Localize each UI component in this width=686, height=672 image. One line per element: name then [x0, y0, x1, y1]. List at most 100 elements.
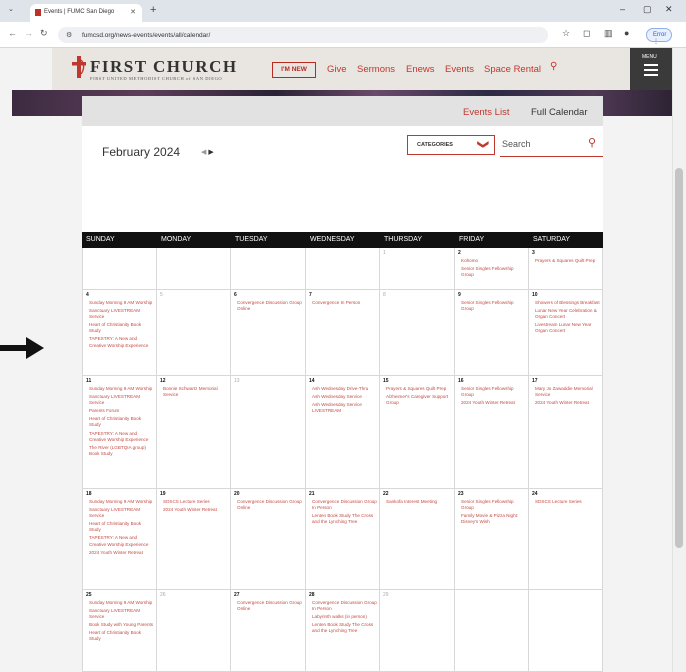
event-link[interactable]: Family Movie & Pizza Night: Disney's Wis… [461, 513, 526, 525]
tab-search-icon[interactable]: ⌄ [8, 5, 14, 13]
event-link[interactable]: Sanctuary LIVESTREAM Service [89, 608, 154, 620]
menu-button[interactable]: MENU [630, 48, 672, 90]
event-link[interactable]: Sanctuary LIVESTREAM Service [89, 394, 154, 406]
event-link[interactable]: Sanctuary LIVESTREAM Service [89, 308, 154, 320]
event-link[interactable]: Heart of Christianity Book Study [89, 630, 154, 642]
calendar-day-cell[interactable]: 6 Convergence Discussion Group Online [231, 290, 306, 376]
calendar-day-cell[interactable]: 28 Convergence Discussion Group In Person… [306, 590, 380, 672]
browser-tab[interactable]: Events | FUMC San Diego ✕ [30, 4, 142, 22]
church-logo-icon[interactable] [72, 56, 86, 78]
prev-month-icon[interactable]: ◀ [201, 149, 206, 156]
event-link[interactable]: Ash Wednesday Service LIVESTREAM [312, 402, 377, 414]
tab-full-calendar[interactable]: Full Calendar [531, 107, 588, 118]
calendar-day-cell[interactable]: 16 Senior Singles Fellowship Group 2024 Yo… [455, 376, 529, 489]
calendar-day-cell[interactable]: 1 [380, 248, 455, 290]
back-icon[interactable]: ← [8, 28, 17, 38]
event-link[interactable]: Alzheimer's Caregiver Support Group [386, 394, 452, 406]
calendar-day-cell[interactable]: 13 [231, 376, 306, 489]
calendar-day-cell[interactable]: 20 Convergence Discussion Group Online [231, 489, 306, 590]
event-link[interactable]: Convergence In Person [312, 300, 377, 306]
close-tab-icon[interactable]: ✕ [130, 8, 136, 16]
nav-events[interactable]: Events [445, 64, 474, 75]
calendar-day-cell[interactable]: 27 Convergence Discussion Group Online [231, 590, 306, 672]
event-link[interactable]: Book Study with Young Parents [89, 622, 154, 628]
calendar-day-cell[interactable]: 7 Convergence In Person [306, 290, 380, 376]
event-link[interactable]: Senior Singles Fellowship Group [461, 499, 526, 511]
event-link[interactable]: The River (LGBTQIA group) Book Study [89, 445, 154, 457]
calendar-day-cell[interactable]: 23 Senior Singles Fellowship Group Family … [455, 489, 529, 590]
url-field[interactable]: ⚙ fumcsd.org/news-events/events/all/cale… [58, 27, 548, 43]
tab-events-list[interactable]: Events List [463, 107, 509, 118]
logo-title[interactable]: FIRST CHURCH [90, 57, 238, 77]
event-link[interactable]: Prayers & Squares Quilt Prep [386, 386, 452, 392]
event-link[interactable]: Prayers & Squares Quilt Prep [535, 258, 600, 264]
event-link[interactable]: Parents Forum [89, 408, 154, 414]
calendar-day-cell[interactable]: 4 Sunday Morning 9 AM Worship Sanctuary LI… [82, 290, 157, 376]
calendar-day-cell[interactable] [529, 590, 603, 672]
event-link[interactable]: TAPESTRY: A New and Creative Worship Exp… [89, 336, 154, 348]
event-link[interactable]: Convergence Discussion Group Online [237, 499, 303, 511]
event-link[interactable]: Mary Jo Zawaddie Memorial Service [535, 386, 600, 398]
calendar-day-cell[interactable]: 14 Ash Wednesday Drive-Thru Ash Wednesday … [306, 376, 380, 489]
scrollbar-thumb[interactable] [675, 168, 683, 548]
calendar-day-cell[interactable]: 25 Sunday Morning 9 AM Worship Sanctuary L… [82, 590, 157, 672]
calendar-day-cell[interactable]: 10 Showers of Blessings Breakfast Lunar Ne… [529, 290, 603, 376]
calendar-day-cell[interactable]: 11 Sunday Morning 9 AM Worship Sanctuary L… [82, 376, 157, 489]
event-link[interactable]: Sunday Morning 9 AM Worship [89, 499, 154, 505]
event-link[interactable]: Kohomo [461, 258, 526, 264]
event-link[interactable]: Lunar New Year Celebration & Organ Conce… [535, 308, 600, 320]
calendar-day-cell[interactable] [306, 248, 380, 290]
error-button[interactable]: Error ⋮ [646, 28, 672, 45]
search-icon[interactable]: ⚲ [588, 136, 596, 149]
calendar-day-cell[interactable]: 19 SDSCS Lecture Series 2024 Youth Winter … [157, 489, 231, 590]
next-month-icon[interactable]: ▶ [208, 149, 213, 156]
calendar-day-cell[interactable] [157, 248, 231, 290]
minimize-icon[interactable]: – [620, 4, 625, 14]
event-link[interactable]: Heart of Christianity Book Study [89, 322, 154, 334]
nav-sermons[interactable]: Sermons [357, 64, 395, 75]
calendar-day-cell[interactable]: 2 Kohomo Senior Singles Fellowship Group [455, 248, 529, 290]
event-link[interactable]: Convergence Discussion Group In Person [312, 600, 377, 612]
side-panel-icon[interactable]: ▥ [604, 28, 613, 39]
calendar-day-cell[interactable]: 21 Convergence Discussion Group In Person… [306, 489, 380, 590]
event-link[interactable]: TAPESTRY: A New and Creative Worship Exp… [89, 431, 154, 443]
calendar-search-input[interactable]: Search [502, 139, 531, 149]
reload-icon[interactable]: ↻ [40, 28, 48, 39]
close-window-icon[interactable]: ✕ [665, 4, 673, 15]
bookmark-star-icon[interactable]: ☆ [562, 28, 570, 39]
event-link[interactable]: Senior Singles Fellowship Group [461, 300, 526, 312]
calendar-day-cell[interactable]: 12 Bonnie Schwartz Memorial Service [157, 376, 231, 489]
event-link[interactable]: Lenten Book Study The Cross and the Lync… [312, 513, 377, 525]
calendar-day-cell[interactable]: 24 SDSCS Lecture Series [529, 489, 603, 590]
event-link[interactable]: Heart of Christianity Book Study [89, 521, 154, 533]
calendar-day-cell[interactable] [82, 248, 157, 290]
calendar-day-cell[interactable]: 3 Prayers & Squares Quilt Prep [529, 248, 603, 290]
event-link[interactable]: 2024 Youth Winter Retreat [163, 507, 228, 513]
event-link[interactable]: Lenten Book Study The Cross and the Lync… [312, 622, 377, 634]
site-search-icon[interactable]: ⚲ [550, 61, 557, 72]
event-link[interactable]: Convergence Discussion Group In Person [312, 499, 377, 511]
event-link[interactable]: 2024 Youth Winter Retreat [89, 550, 154, 556]
calendar-day-cell[interactable] [455, 590, 529, 672]
profile-avatar-icon[interactable]: ● [624, 28, 629, 38]
event-link[interactable]: Sunday Morning 9 AM Worship [89, 600, 154, 606]
maximize-icon[interactable]: ▢ [643, 4, 652, 15]
event-link[interactable]: Labyrinth walks (in person) [312, 614, 377, 620]
event-link[interactable]: Sankofa Interest Meeting [386, 499, 452, 505]
event-link[interactable]: SDSCS Lecture Series [163, 499, 228, 505]
calendar-day-cell[interactable]: 5 [157, 290, 231, 376]
event-link[interactable]: Convergence Discussion Group Online [237, 600, 303, 612]
event-link[interactable]: 2024 Youth Winter Retreat [535, 400, 600, 406]
event-link[interactable]: Livestream Lunar New Year Organ Concert [535, 322, 600, 334]
calendar-day-cell[interactable]: 8 [380, 290, 455, 376]
calendar-day-cell[interactable]: 9 Senior Singles Fellowship Group [455, 290, 529, 376]
nav-enews[interactable]: Enews [406, 64, 435, 75]
new-tab-icon[interactable]: + [150, 4, 156, 16]
event-link[interactable]: Sunday Morning 9 AM Worship [89, 386, 154, 392]
calendar-day-cell[interactable]: 22 Sankofa Interest Meeting [380, 489, 455, 590]
event-link[interactable]: Sanctuary LIVESTREAM Service [89, 507, 154, 519]
extensions-icon[interactable]: ◻ [583, 28, 590, 39]
event-link[interactable]: Heart of Christianity Book Study [89, 416, 154, 428]
nav-space-rental[interactable]: Space Rental [484, 64, 541, 75]
event-link[interactable]: Ash Wednesday Drive-Thru [312, 386, 377, 392]
